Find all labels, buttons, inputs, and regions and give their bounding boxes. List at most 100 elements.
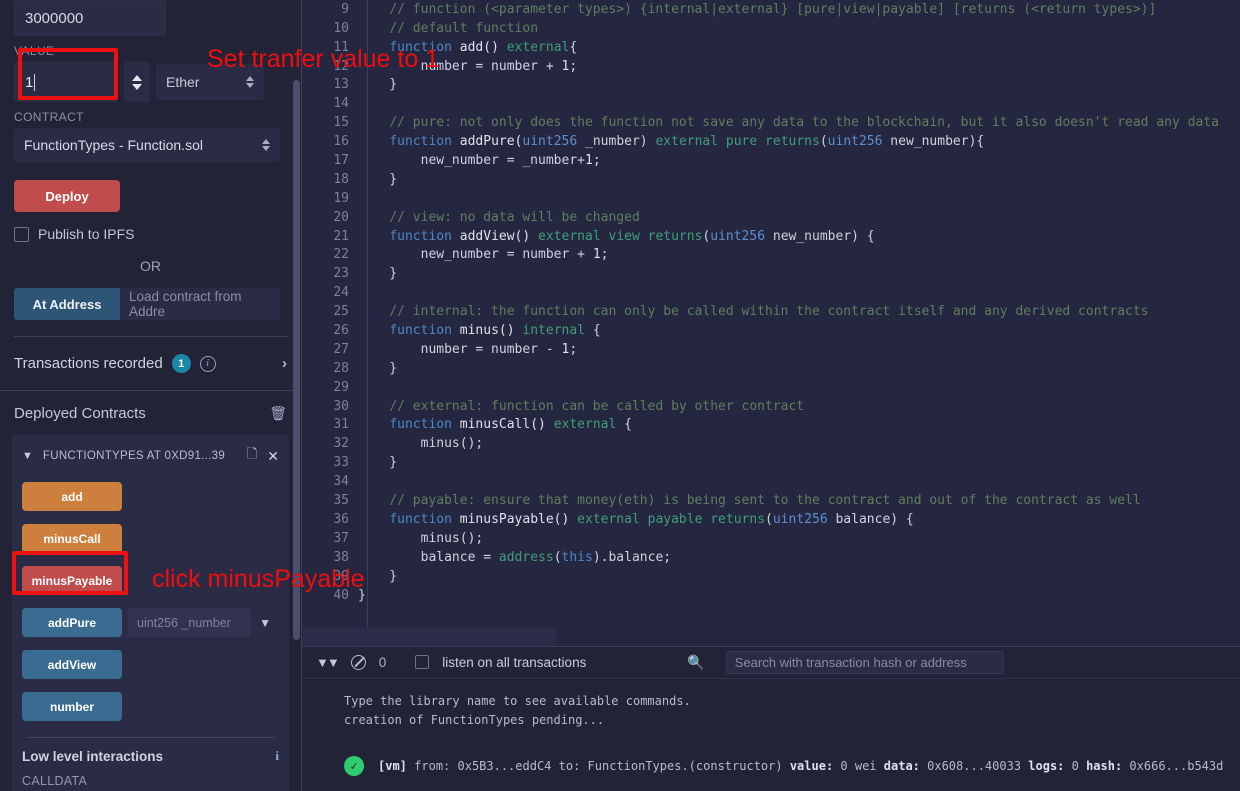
code-token: function [389, 134, 459, 149]
code-token [358, 399, 389, 414]
value-input-text: 1 [25, 74, 33, 91]
gas-limit-input[interactable]: 3000000 [14, 0, 166, 36]
listen-all-transactions-checkbox[interactable] [415, 655, 429, 669]
code-editor[interactable]: 8 // function type9 // function (<parame… [302, 0, 1240, 646]
publish-ipfs-row[interactable]: Publish to IPFS [14, 226, 287, 242]
deploy-button[interactable]: Deploy [14, 180, 120, 212]
editor-bottom-strip [302, 628, 556, 646]
code-line: 18 } [302, 171, 1240, 190]
function-button-minuscall[interactable]: minusCall [22, 524, 122, 553]
code-line: 26 function minus() internal { [302, 322, 1240, 341]
clear-console-icon[interactable] [351, 655, 366, 670]
function-button-add[interactable]: add [22, 482, 122, 511]
stepper-up-icon[interactable] [132, 75, 142, 81]
line-number: 31 [302, 416, 358, 435]
code-token: new_number = number + [358, 247, 593, 262]
code-line: 17 new_number = _number+1; [302, 152, 1240, 171]
code-token: number = number - [358, 342, 562, 357]
close-icon[interactable]: ✕ [267, 448, 279, 465]
code-token: ; [569, 342, 577, 357]
code-token: // pure: not only does the function not … [389, 115, 1219, 130]
code-token: returns [710, 512, 765, 527]
transaction-log-token: data: [884, 759, 920, 773]
code-line: 21 function addView() external view retu… [302, 228, 1240, 247]
code-token: balance = [358, 550, 499, 565]
transaction-log-token: [vm] [378, 759, 407, 773]
chevron-right-icon[interactable]: › [282, 355, 287, 372]
deploy-run-sidebar: 3000000 VALUE 1 Ether CONTRACT [0, 0, 302, 791]
code-token: address [499, 550, 554, 565]
code-token: ( [820, 134, 828, 149]
function-button-addpure[interactable]: addPure [22, 608, 122, 637]
sidebar-scrollbar[interactable] [293, 0, 301, 791]
value-unit-select[interactable]: Ether [156, 64, 264, 100]
transaction-search-input[interactable]: Search with transaction hash or address [726, 651, 1004, 674]
value-label: VALUE [14, 44, 287, 58]
low-level-interactions-label: Low level interactions [22, 749, 163, 764]
terminal-panel: ▼▼ 0 listen on all transactions 🔍 Search… [302, 646, 1240, 791]
stepper-down-icon[interactable] [132, 84, 142, 90]
at-address-button[interactable]: At Address [14, 288, 120, 320]
contract-selected-label: FunctionTypes - Function.sol [24, 137, 203, 153]
code-token [358, 210, 389, 225]
line-number: 24 [302, 284, 358, 303]
transactions-recorded-row[interactable]: Transactions recorded 1 i › [0, 337, 301, 391]
select-arrows-icon [262, 139, 270, 151]
code-token [358, 493, 389, 508]
value-input[interactable]: 1 [14, 62, 118, 102]
code-token: addView() [460, 229, 538, 244]
chevron-down-icon[interactable]: ▼ [251, 616, 279, 630]
terminal-log-line: creation of FunctionTypes pending... [344, 711, 1240, 730]
code-token: function [389, 417, 459, 432]
line-number: 10 [302, 20, 358, 39]
code-token: new_number = _number+ [358, 153, 585, 168]
code-token [358, 512, 389, 527]
line-number: 34 [302, 473, 358, 492]
line-number: 19 [302, 190, 358, 209]
card-divider [26, 737, 275, 738]
code-line: 36 function minusPayable() external paya… [302, 511, 1240, 530]
line-number: 30 [302, 398, 358, 417]
line-number: 21 [302, 228, 358, 247]
info-icon[interactable]: i [275, 748, 279, 764]
transaction-log-text: [vm] from: 0x5B3...eddC4 to: FunctionTyp… [378, 759, 1223, 773]
function-button-minuspayable[interactable]: minusPayable [22, 566, 122, 595]
code-token [358, 40, 389, 55]
line-number: 11 [302, 39, 358, 58]
function-button-number[interactable]: number [22, 692, 122, 721]
line-number: 16 [302, 133, 358, 152]
function-button-addview[interactable]: addView [22, 650, 122, 679]
code-line: 22 new_number = number + 1; [302, 246, 1240, 265]
code-token: } [358, 569, 397, 584]
line-number: 26 [302, 322, 358, 341]
copy-icon[interactable]: 🗋 [247, 445, 257, 467]
code-token: addPure( [460, 134, 523, 149]
info-icon[interactable]: i [200, 356, 216, 372]
chevron-down-icon[interactable]: ▼ [22, 450, 33, 462]
terminal-toolbar: ▼▼ 0 listen on all transactions 🔍 Search… [302, 646, 1240, 679]
code-token: ){ [969, 134, 985, 149]
publish-ipfs-checkbox[interactable] [14, 227, 29, 242]
sidebar-top-fields: 3000000 VALUE 1 Ether CONTRACT [0, 0, 301, 337]
sidebar-scrollbar-thumb[interactable] [293, 80, 300, 640]
function-input-addpure[interactable]: uint256 _number [128, 608, 251, 637]
contract-card-header[interactable]: ▼ FUNCTIONTYPES AT 0XD91...39 🗋 ✕ [22, 443, 279, 469]
code-line: 38 balance = address(this).balance; [302, 549, 1240, 568]
function-row: minusCall [22, 524, 279, 553]
transaction-log-row[interactable]: ✓ [vm] from: 0x5B3...eddC4 to: FunctionT… [344, 756, 1240, 776]
chevrons-down-icon[interactable]: ▼▼ [316, 655, 338, 670]
terminal-output: Type the library name to see available c… [302, 679, 1240, 776]
success-check-icon: ✓ [344, 756, 364, 776]
trash-icon[interactable]: 🗑 [269, 405, 287, 422]
value-stepper[interactable] [124, 62, 150, 102]
calldata-label: CALLDATA [22, 774, 279, 788]
code-token: function [389, 323, 459, 338]
code-line: 11 function add() external{ [302, 39, 1240, 58]
contract-select[interactable]: FunctionTypes - Function.sol [14, 128, 280, 162]
code-content[interactable]: 8 // function type9 // function (<parame… [302, 0, 1240, 605]
code-token: // function (<parameter types>) {interna… [389, 2, 1156, 17]
code-token: function [389, 512, 459, 527]
code-token [358, 229, 389, 244]
code-line: 33 } [302, 454, 1240, 473]
at-address-input[interactable]: Load contract from Addre [120, 288, 280, 320]
